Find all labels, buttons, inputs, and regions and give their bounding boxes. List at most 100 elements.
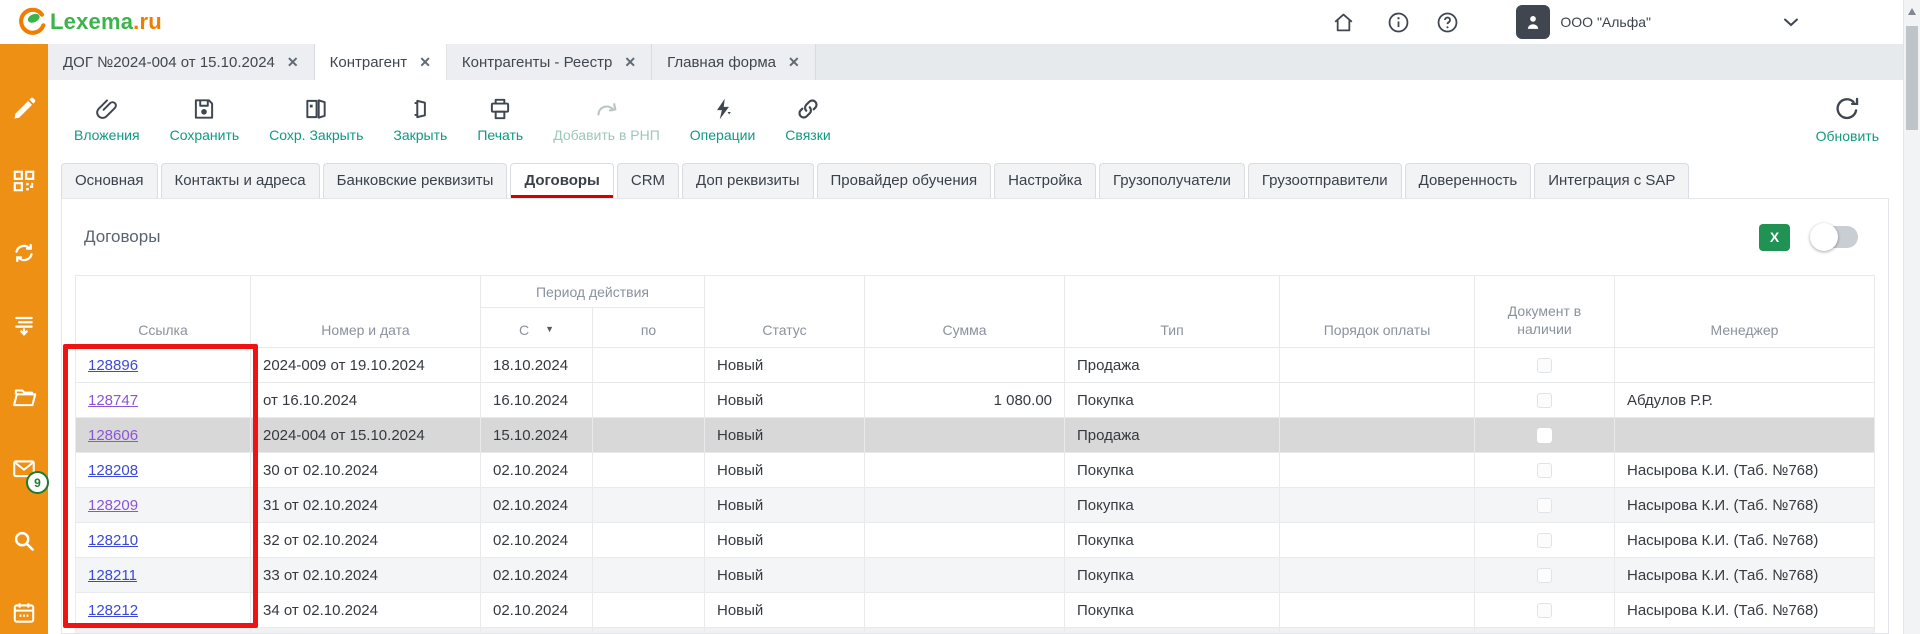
- logo[interactable]: Lexema.ru: [0, 6, 162, 38]
- close-icon[interactable]: ✕: [624, 54, 636, 71]
- col-header-payment[interactable]: Порядок оплаты: [1280, 276, 1475, 348]
- logo-text: Lexema.ru: [50, 9, 162, 35]
- col-header-to[interactable]: по: [593, 308, 705, 348]
- table-row[interactable]: 128209 31 от 02.10.2024 02.10.2024 Новый…: [76, 488, 1875, 523]
- tab-glavnaya-forma[interactable]: Главная форма✕: [652, 44, 816, 80]
- edit-icon[interactable]: [11, 96, 37, 122]
- col-header-status[interactable]: Статус: [705, 276, 865, 348]
- info-icon[interactable]: [1386, 10, 1411, 35]
- tab-kontragenty-reestr[interactable]: Контрагенты - Реестр✕: [447, 44, 652, 80]
- attachments-button[interactable]: Вложения: [74, 96, 140, 143]
- subtab-gruzopoluchateli[interactable]: Грузополучатели: [1099, 163, 1245, 198]
- list-export-icon[interactable]: [11, 312, 37, 338]
- chevron-down-icon[interactable]: [1779, 10, 1803, 34]
- mail-badge: 9: [26, 471, 49, 494]
- contract-link[interactable]: 128208: [88, 462, 138, 479]
- save-close-button[interactable]: Сохр. Закрыть: [269, 96, 363, 143]
- close-icon[interactable]: ✕: [287, 54, 299, 71]
- top-header: Lexema.ru ООО "Альфа": [0, 0, 1903, 44]
- calendar-icon[interactable]: [11, 600, 37, 626]
- col-header-number[interactable]: Номер и дата: [251, 276, 481, 348]
- paperclip-icon: [94, 96, 120, 122]
- lightning-icon: [710, 96, 736, 122]
- col-header-from[interactable]: С▼: [481, 308, 593, 348]
- app-window: Lexema.ru ООО "Альфа": [0, 0, 1920, 634]
- table-row[interactable]: 128896 2024-009 от 19.10.2024 18.10.2024…: [76, 348, 1875, 383]
- doc-checkbox[interactable]: [1537, 393, 1552, 408]
- help-icon[interactable]: [1435, 10, 1460, 35]
- mail-icon[interactable]: 9: [11, 456, 37, 482]
- contract-link[interactable]: 128211: [88, 567, 137, 584]
- subtab-dogovory[interactable]: Договоры: [510, 163, 613, 198]
- col-group-period: Период действия: [481, 276, 705, 308]
- close-icon[interactable]: ✕: [788, 54, 800, 71]
- doc-checkbox[interactable]: [1537, 498, 1552, 513]
- search-icon[interactable]: [11, 528, 37, 554]
- subtab-dop-rekvizity[interactable]: Доп реквизиты: [682, 163, 813, 198]
- subtab-kontakty[interactable]: Контакты и адреса: [161, 163, 320, 198]
- toggle-switch[interactable]: [1812, 226, 1858, 248]
- col-header-manager[interactable]: Менеджер: [1615, 276, 1875, 348]
- logo-icon: [16, 6, 48, 38]
- home-icon[interactable]: [1331, 10, 1356, 35]
- save-close-icon: [303, 96, 329, 122]
- subtab-gruzootpraviteli[interactable]: Грузоотправители: [1248, 163, 1402, 198]
- col-header-link[interactable]: Ссылка: [76, 276, 251, 348]
- toolbar: Вложения Сохранить Сохр. Закрыть Закрыть…: [48, 80, 1903, 158]
- folder-icon[interactable]: [11, 384, 37, 410]
- table-row[interactable]: 128747 от 16.10.2024 16.10.2024 Новый 1 …: [76, 383, 1875, 418]
- sidebar: 9: [0, 44, 48, 634]
- table-row[interactable]: 128212 34 от 02.10.2024 02.10.2024 Новый…: [76, 593, 1875, 628]
- save-button[interactable]: Сохранить: [170, 96, 240, 143]
- operations-button[interactable]: Операции: [690, 96, 756, 143]
- refresh-icon: [1833, 95, 1861, 123]
- table-row[interactable]: 128211 33 от 02.10.2024 02.10.2024 Новый…: [76, 558, 1875, 593]
- doc-checkbox[interactable]: [1537, 358, 1552, 373]
- scrollbar-thumb[interactable]: [1906, 26, 1918, 130]
- doc-checkbox[interactable]: [1537, 568, 1552, 583]
- subtab-nastroyka[interactable]: Настройка: [994, 163, 1096, 198]
- user-avatar[interactable]: [1516, 5, 1550, 39]
- add-rnp-button: Добавить в РНП: [553, 96, 660, 143]
- tab-dogovor[interactable]: ДОГ №2024-004 от 15.10.2024✕: [48, 44, 315, 80]
- tab-kontragent[interactable]: Контрагент✕: [315, 44, 447, 80]
- vertical-scrollbar[interactable]: [1903, 0, 1920, 634]
- doc-checkbox[interactable]: [1537, 533, 1552, 548]
- contract-link[interactable]: 128747: [88, 392, 138, 409]
- subtab-doverennost[interactable]: Доверенность: [1405, 163, 1532, 198]
- contract-link[interactable]: 128896: [88, 357, 138, 374]
- print-button[interactable]: Печать: [477, 96, 523, 143]
- sort-desc-icon[interactable]: ▼: [545, 324, 554, 334]
- company-name: ООО "Альфа": [1560, 14, 1651, 30]
- doc-checkbox[interactable]: [1537, 603, 1552, 618]
- qr-code-icon[interactable]: [11, 168, 37, 194]
- sync-icon[interactable]: [11, 240, 37, 266]
- col-header-sum[interactable]: Сумма: [865, 276, 1065, 348]
- table-row[interactable]: 128210 32 от 02.10.2024 02.10.2024 Новый…: [76, 523, 1875, 558]
- subtab-provider[interactable]: Провайдер обучения: [817, 163, 992, 198]
- subtab-bank-rekvizity[interactable]: Банковские реквизиты: [323, 163, 508, 198]
- excel-export-button[interactable]: X: [1759, 224, 1790, 251]
- scroll-up-arrow[interactable]: [1908, 8, 1916, 15]
- contract-link[interactable]: 128606: [88, 427, 138, 444]
- subtab-crm[interactable]: CRM: [617, 163, 679, 198]
- links-button[interactable]: Связки: [785, 96, 830, 143]
- subtab-sap[interactable]: Интеграция с SAP: [1534, 163, 1689, 198]
- contract-link[interactable]: 128209: [88, 497, 138, 514]
- doc-checkbox[interactable]: [1537, 428, 1552, 443]
- main-area: ДОГ №2024-004 от 15.10.2024✕ Контрагент✕…: [48, 44, 1903, 634]
- col-header-type[interactable]: Тип: [1065, 276, 1280, 348]
- contract-link[interactable]: 128212: [88, 602, 138, 619]
- col-header-doc[interactable]: Документ в наличии: [1475, 276, 1615, 348]
- document-tabs: ДОГ №2024-004 от 15.10.2024✕ Контрагент✕…: [48, 44, 1903, 80]
- contract-link[interactable]: 128210: [88, 532, 138, 549]
- close-button[interactable]: Закрыть: [393, 96, 447, 143]
- table-row[interactable]: 128208 30 от 02.10.2024 02.10.2024 Новый…: [76, 453, 1875, 488]
- table-row-selected[interactable]: 128606 2024-004 от 15.10.2024 15.10.2024…: [76, 418, 1875, 453]
- refresh-button[interactable]: Обновить: [1816, 95, 1879, 144]
- subtab-osnovnaya[interactable]: Основная: [61, 163, 158, 198]
- chain-link-icon: [795, 96, 821, 122]
- doc-checkbox[interactable]: [1537, 463, 1552, 478]
- section-title: Договоры: [84, 227, 160, 247]
- close-icon[interactable]: ✕: [419, 54, 431, 71]
